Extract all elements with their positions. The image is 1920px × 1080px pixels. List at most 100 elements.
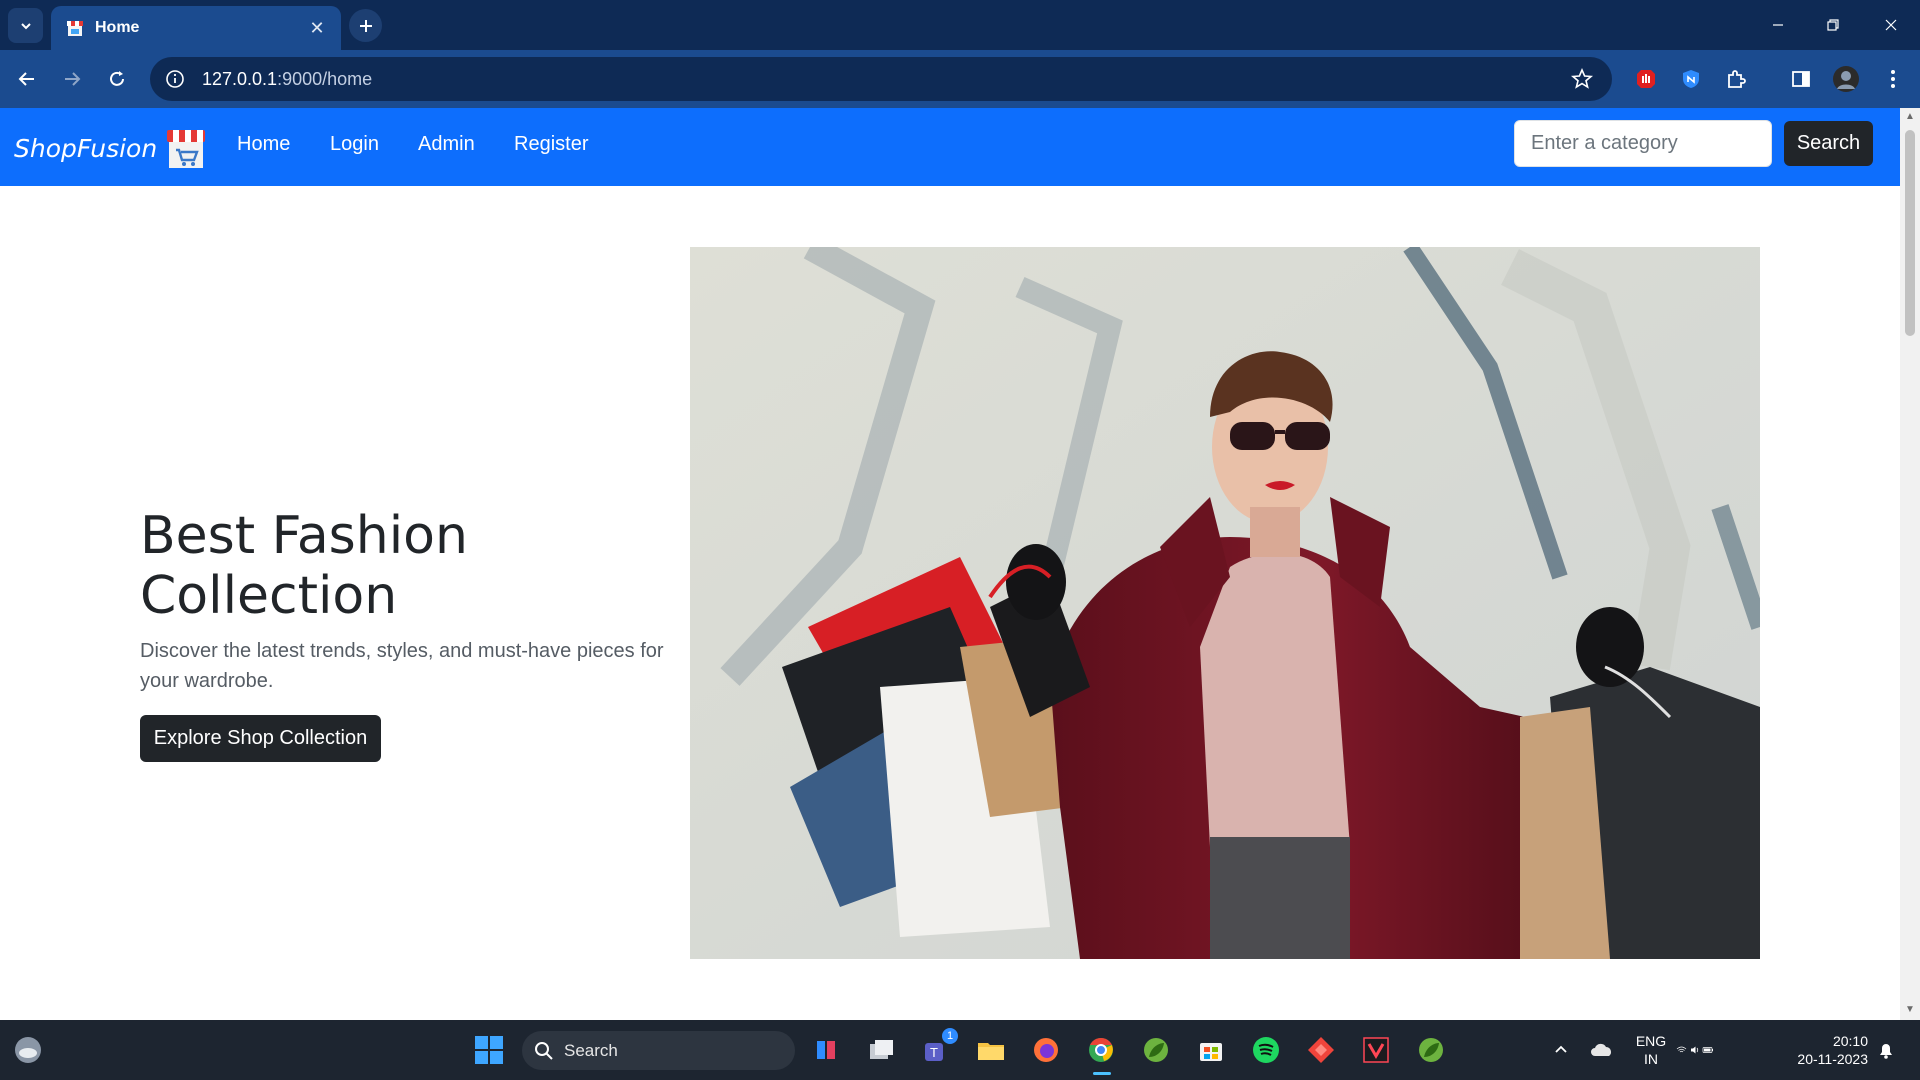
nav-link-admin[interactable]: Admin xyxy=(418,133,475,156)
copilot-icon xyxy=(817,1041,835,1059)
minimize-window-button[interactable] xyxy=(1763,10,1793,40)
language-indicator[interactable]: ENG IN xyxy=(1630,1032,1672,1068)
chrome-icon xyxy=(1089,1037,1113,1062)
site-navbar: ShopFusion Home Login Admin Register Sea… xyxy=(0,108,1900,186)
tab-title: Home xyxy=(95,19,140,36)
svg-text:T: T xyxy=(930,1045,938,1060)
wifi-volume-battery-icon xyxy=(1676,1046,1713,1054)
category-search-input[interactable] xyxy=(1514,120,1772,167)
store-icon xyxy=(1200,1043,1222,1061)
avatar-icon xyxy=(1833,66,1859,92)
reload-icon xyxy=(110,71,124,86)
restore-icon xyxy=(1827,19,1839,31)
taskbar-task-view[interactable] xyxy=(861,1030,901,1070)
windows-taskbar: Search T 1 ENG IN 20:10 20-11-2023 xyxy=(0,1020,1920,1080)
taskbar-firefox[interactable] xyxy=(1026,1030,1066,1070)
shop-favicon-icon xyxy=(67,21,83,36)
shield-icon xyxy=(1683,70,1699,88)
close-window-button[interactable] xyxy=(1876,10,1906,40)
chevron-up-icon xyxy=(1555,1045,1567,1053)
brand-link[interactable]: ShopFusion xyxy=(14,126,209,170)
hero-title: Best Fashion Collection xyxy=(140,506,680,626)
tab-close-icon[interactable]: ✕ xyxy=(307,18,327,39)
notification-center-button[interactable] xyxy=(1866,1030,1906,1070)
profile-button[interactable] xyxy=(1829,62,1863,96)
hero-title-line-1: Best Fashion xyxy=(140,506,468,566)
close-icon xyxy=(1885,19,1897,31)
woman-with-shopping-bags-image xyxy=(690,247,1760,959)
taskbar-search[interactable]: Search xyxy=(522,1031,795,1070)
folder-icon xyxy=(978,1043,1004,1060)
anydesk-icon xyxy=(1308,1037,1334,1063)
taskbar-search-label: Search xyxy=(564,1040,618,1060)
clock[interactable]: 20:10 20-11-2023 xyxy=(1782,1032,1868,1068)
quick-settings-button[interactable] xyxy=(1676,1030,1716,1070)
taskbar-spring-tools-2[interactable] xyxy=(1411,1030,1451,1070)
adblock-extension-button[interactable] xyxy=(1629,62,1663,96)
browser-toolbar: 127.0.0.1:9000/home xyxy=(0,50,1920,108)
browser-tab-bar: Home ✕ xyxy=(0,0,1920,50)
taskbar-chrome[interactable] xyxy=(1081,1030,1121,1075)
hand-stop-icon xyxy=(1637,70,1655,88)
spotify-icon xyxy=(1253,1037,1279,1063)
reload-button[interactable] xyxy=(100,62,134,96)
bell-icon xyxy=(1880,1044,1892,1059)
taskbar-file-explorer[interactable] xyxy=(971,1030,1011,1070)
browser-menu-button[interactable] xyxy=(1876,62,1910,96)
plus-icon xyxy=(359,19,372,32)
side-panel-icon xyxy=(1792,71,1810,87)
page-scrollbar[interactable]: ▲ ▼ xyxy=(1900,108,1920,1020)
onedrive-tray-icon[interactable] xyxy=(1582,1030,1622,1070)
taskbar-spotify[interactable] xyxy=(1246,1030,1286,1070)
site-info-icon[interactable] xyxy=(164,68,186,90)
url-path: :9000/home xyxy=(277,68,373,89)
task-view-icon xyxy=(870,1040,893,1059)
tab-search-button[interactable] xyxy=(8,8,43,43)
taskbar-copilot[interactable] xyxy=(806,1030,846,1070)
region-code: IN xyxy=(1644,1051,1658,1067)
language-code: ENG xyxy=(1635,1033,1667,1049)
clock-date: 20-11-2023 xyxy=(1797,1051,1868,1067)
chevron-down-icon xyxy=(20,22,31,29)
taskbar-anydesk[interactable] xyxy=(1301,1030,1341,1070)
taskbar-microsoft-store[interactable] xyxy=(1191,1030,1231,1070)
back-button[interactable] xyxy=(10,62,44,96)
url-host: 127.0.0.1 xyxy=(202,68,278,89)
scrollbar-thumb[interactable] xyxy=(1905,130,1915,336)
scroll-down-arrow-icon[interactable]: ▼ xyxy=(1904,1004,1916,1016)
spring-leaf-icon xyxy=(1419,1038,1443,1062)
hero-fashion-image xyxy=(690,247,1760,959)
scroll-up-arrow-icon[interactable]: ▲ xyxy=(1904,111,1916,123)
side-panel-button[interactable] xyxy=(1784,62,1818,96)
nav-link-home[interactable]: Home xyxy=(237,133,290,156)
arrow-left-icon xyxy=(18,72,34,86)
show-hidden-icons-button[interactable] xyxy=(1541,1030,1581,1070)
cloud-icon xyxy=(15,1037,41,1063)
clock-time: 20:10 xyxy=(1832,1033,1868,1049)
taskbar-spring-tools[interactable] xyxy=(1136,1030,1176,1070)
taskbar-valorant[interactable] xyxy=(1356,1030,1396,1070)
bookmark-star-icon[interactable] xyxy=(1570,67,1594,91)
nav-link-register[interactable]: Register xyxy=(514,133,588,156)
extensions-button[interactable] xyxy=(1719,62,1753,96)
page-viewport: ShopFusion Home Login Admin Register Sea… xyxy=(0,108,1900,1020)
browser-tab-home[interactable]: Home ✕ xyxy=(51,6,341,50)
puzzle-icon xyxy=(1728,70,1746,88)
forward-button[interactable] xyxy=(55,62,89,96)
new-tab-button[interactable] xyxy=(349,9,382,42)
start-button[interactable] xyxy=(469,1030,509,1070)
explore-shop-collection-button[interactable]: Explore Shop Collection xyxy=(140,715,381,762)
search-icon xyxy=(535,1041,553,1060)
taskbar-teams[interactable]: T 1 xyxy=(916,1028,958,1070)
nav-link-login[interactable]: Login xyxy=(330,133,379,156)
brand-name: ShopFusion xyxy=(14,133,158,163)
arrow-right-icon xyxy=(65,72,81,86)
address-bar[interactable]: 127.0.0.1:9000/home xyxy=(150,57,1612,101)
vpn-extension-button[interactable] xyxy=(1674,62,1708,96)
restore-window-button[interactable] xyxy=(1818,10,1848,40)
search-button[interactable]: Search xyxy=(1784,121,1873,166)
spring-leaf-icon xyxy=(1144,1038,1168,1062)
hero-title-line-2: Collection xyxy=(140,566,398,626)
weather-widget[interactable] xyxy=(8,1030,48,1070)
shop-cart-logo-icon xyxy=(167,130,206,168)
